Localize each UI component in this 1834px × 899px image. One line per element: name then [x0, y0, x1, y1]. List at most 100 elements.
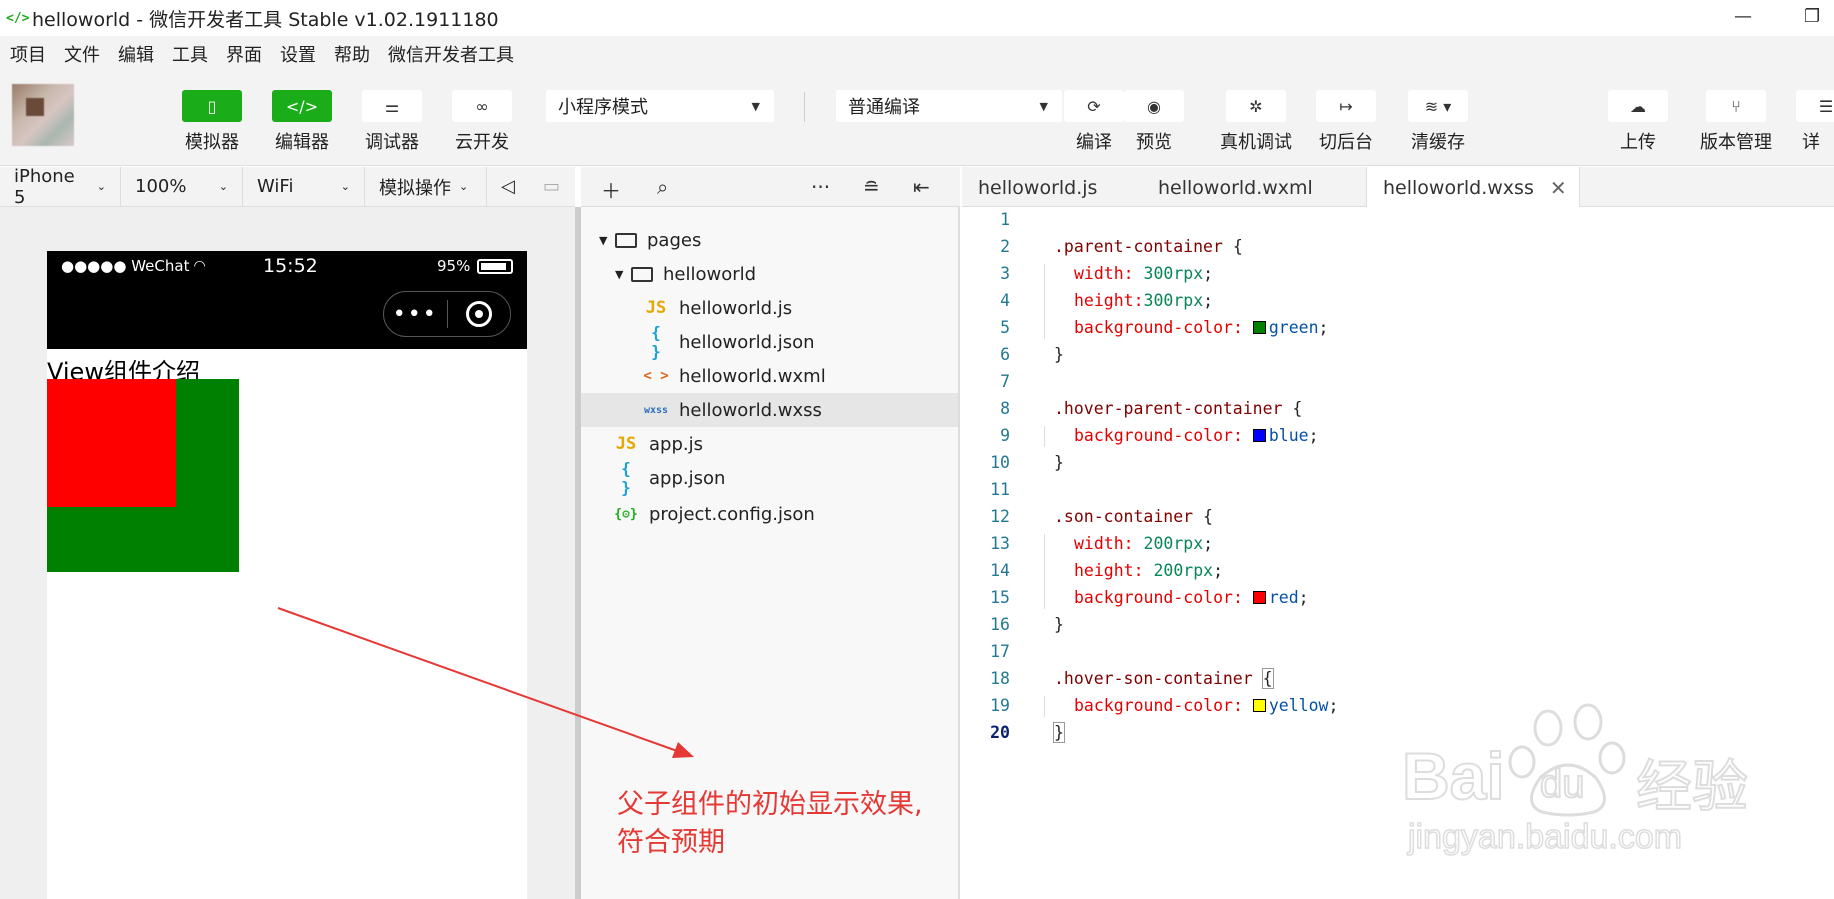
editor-button[interactable]: </> 编辑器	[272, 90, 332, 154]
add-icon[interactable]: ＋	[601, 175, 621, 204]
eye-icon: ◉	[1124, 90, 1184, 122]
wxss-file-icon: wxss	[643, 404, 669, 416]
tree-file-helloworld-json[interactable]: { } helloworld.json	[643, 323, 814, 361]
battery-icon	[477, 259, 513, 274]
menu-help[interactable]: 帮助	[334, 41, 370, 67]
details-button[interactable]: ☰ 详	[1796, 90, 1834, 154]
js-file-icon: JS	[645, 298, 667, 318]
config-file-icon: {⚙}	[614, 506, 638, 522]
tree-file-app-js[interactable]: JS app.js	[613, 427, 703, 461]
window-icon[interactable]: ▭	[529, 167, 569, 207]
color-swatch[interactable]	[1252, 321, 1266, 334]
compile-button[interactable]: ⟳ 编译	[1064, 90, 1124, 154]
editor-tab-bar: helloworld.js helloworld.wxml helloworld…	[962, 167, 1834, 208]
close-icon[interactable]: ✕	[1550, 176, 1567, 200]
tree-file-helloworld-wxss[interactable]: wxss helloworld.wxss	[581, 393, 958, 427]
tree-file-app-json[interactable]: { } app.json	[613, 459, 725, 497]
code-line: width: 300rpx;	[1074, 264, 1214, 283]
simulator-area: ●●●●● WeChat ◠ 15:52 95% ••• View组件介绍	[0, 207, 575, 899]
tree-folder-pages[interactable]: ▼ pages	[599, 223, 701, 257]
code-line: }	[1054, 345, 1064, 364]
version-button[interactable]: ⑂ 版本管理	[1700, 90, 1772, 154]
zoom-select[interactable]: 100% ⌄	[121, 166, 243, 207]
folder-icon	[631, 266, 653, 282]
color-swatch[interactable]	[1252, 699, 1266, 712]
volume-icon[interactable]: ◁	[487, 167, 529, 207]
code-line: }	[1054, 453, 1064, 472]
background-button[interactable]: ↦ 切后台	[1316, 90, 1376, 154]
upload-button[interactable]: ☁ 上传	[1608, 90, 1668, 154]
code-line: background-color: green;	[1074, 318, 1329, 337]
code-line: background-color: blue;	[1074, 426, 1319, 445]
phone-status-bar: ●●●●● WeChat ◠ 15:52 95%	[47, 251, 527, 281]
code-line: height: 200rpx;	[1074, 561, 1224, 580]
minimize-button[interactable]: —	[1734, 6, 1752, 27]
avatar[interactable]	[12, 84, 74, 146]
cloud-button[interactable]: ∞ 云开发	[452, 90, 512, 154]
chevron-down-icon: ▼	[1039, 100, 1048, 113]
network-select[interactable]: WiFi ⌄	[243, 166, 365, 207]
code-line: .hover-son-container {	[1054, 668, 1274, 689]
menu-edit[interactable]: 编辑	[118, 41, 154, 67]
tree-file-project-config[interactable]: {⚙} project.config.json	[613, 497, 815, 531]
color-swatch[interactable]	[1252, 591, 1266, 604]
color-swatch[interactable]	[1252, 429, 1266, 442]
bug-icon: ✲	[1226, 90, 1286, 122]
chevron-down-icon: ▼	[751, 100, 760, 113]
tab-helloworld-wxml[interactable]: helloworld.wxml	[1142, 167, 1334, 208]
main-toolbar: ▯ 模拟器 </> 编辑器 ⚌ 调试器 ∞ 云开发 小程序模式 ▼ 普通编译 ▼…	[0, 72, 1834, 166]
collapse-icon[interactable]: ≘	[863, 175, 880, 199]
app-logo-icon: </>	[6, 10, 30, 26]
remote-debug-button[interactable]: ✲ 真机调试	[1220, 90, 1292, 154]
tree-file-helloworld-wxml[interactable]: < > helloworld.wxml	[643, 359, 825, 393]
menu-view[interactable]: 界面	[226, 41, 262, 67]
code-icon: </>	[272, 90, 332, 122]
simulator-button[interactable]: ▯ 模拟器	[182, 90, 242, 154]
menu-capsule[interactable]: •••	[383, 291, 511, 337]
js-file-icon: JS	[615, 434, 637, 454]
wxml-file-icon: < >	[643, 368, 669, 384]
compile-mode-select[interactable]: 普通编译 ▼	[836, 90, 1062, 122]
hide-tree-icon[interactable]: ⇤	[913, 175, 930, 199]
tab-helloworld-js[interactable]: helloworld.js	[962, 167, 1142, 208]
menu-file[interactable]: 文件	[64, 41, 100, 67]
tree-file-helloworld-js[interactable]: JS helloworld.js	[643, 291, 792, 325]
tree-folder-helloworld[interactable]: ▼ helloworld	[615, 257, 756, 291]
device-select[interactable]: iPhone 5 ⌄	[0, 166, 121, 208]
tab-helloworld-wxss[interactable]: helloworld.wxss ✕	[1366, 167, 1580, 208]
preview-button[interactable]: ◉ 预览	[1124, 90, 1184, 154]
branch-icon: ⑂	[1706, 90, 1766, 122]
more-icon[interactable]: •••	[384, 302, 447, 327]
debugger-button[interactable]: ⚌ 调试器	[362, 90, 422, 154]
phone-screen: ●●●●● WeChat ◠ 15:52 95% ••• View组件介绍	[47, 251, 527, 899]
refresh-icon: ⟳	[1064, 90, 1124, 122]
clock: 15:52	[263, 255, 318, 277]
json-file-icon: { }	[621, 459, 631, 497]
operate-select[interactable]: 模拟操作 ⌄	[365, 166, 487, 207]
code-line: }	[1053, 722, 1065, 743]
code-line: .hover-parent-container {	[1054, 399, 1303, 418]
cloud-link-icon: ∞	[452, 90, 512, 122]
menu-bar: 项目 文件 编辑 工具 界面 设置 帮助 微信开发者工具	[0, 36, 1834, 72]
wifi-icon: ◠	[193, 258, 206, 274]
annotation-text: 父子组件的初始显示效果, 符合预期	[617, 789, 923, 858]
menu-settings[interactable]: 设置	[280, 41, 316, 67]
more-icon[interactable]: ···	[811, 175, 830, 199]
code-line: background-color: yellow;	[1074, 696, 1339, 715]
son-container[interactable]	[47, 379, 176, 507]
toolbar-divider	[804, 92, 805, 122]
arrow-right-bar-icon: ↦	[1316, 90, 1376, 122]
baidu-watermark: Bai du 经验 jingyan.baidu.com	[1400, 700, 1820, 860]
menu-tools[interactable]: 工具	[172, 41, 208, 67]
close-target-icon[interactable]	[448, 301, 511, 327]
menu-project[interactable]: 项目	[10, 41, 46, 67]
mode-select[interactable]: 小程序模式 ▼	[546, 90, 774, 122]
search-icon[interactable]: ⌕	[657, 175, 668, 199]
menu-devtools[interactable]: 微信开发者工具	[388, 41, 514, 67]
code-line: }	[1054, 615, 1064, 634]
menu-icon: ☰	[1796, 90, 1834, 122]
restore-button[interactable]: ❐	[1804, 6, 1820, 27]
triangle-down-icon: ▼	[599, 233, 608, 247]
code-line: width: 200rpx;	[1074, 534, 1214, 553]
clear-cache-button[interactable]: ≋ ▾ 清缓存	[1408, 90, 1468, 154]
